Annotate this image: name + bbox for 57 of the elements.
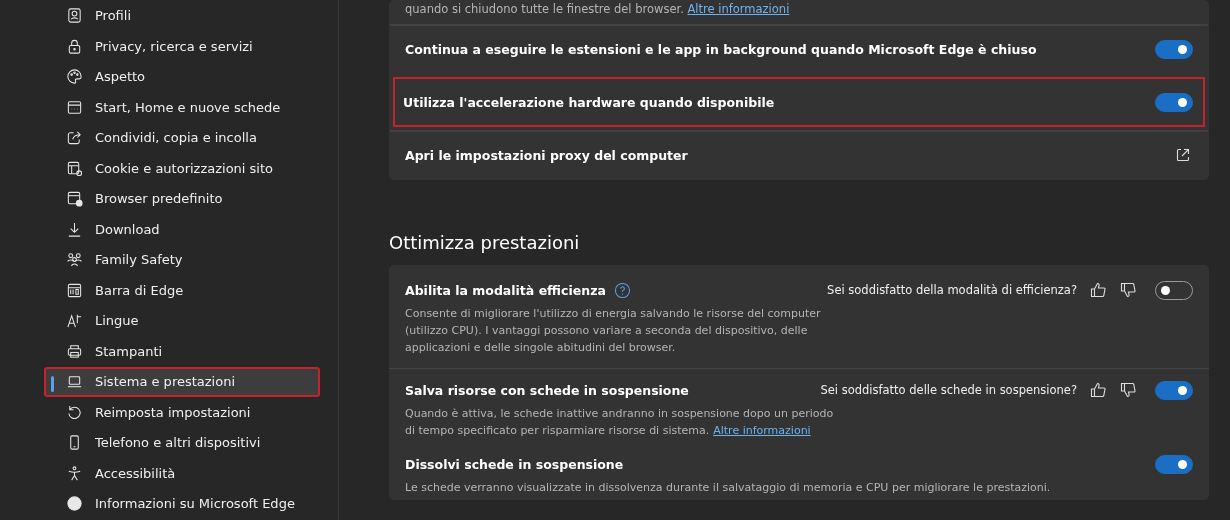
setting-label: Utilizza l'accelerazione hardware quando disponibile	[403, 94, 775, 110]
sidebar-item[interactable]: Browser predefinito	[44, 183, 320, 214]
toggle-switch[interactable]	[1155, 39, 1193, 59]
sidebar-icon	[66, 281, 83, 299]
thumbs-up-icon[interactable]	[1089, 381, 1107, 399]
reset-icon	[66, 403, 83, 421]
sidebar-item[interactable]: Download	[44, 214, 320, 244]
sidebar-item[interactable]: Start, Home e nuove schede	[44, 92, 320, 122]
sidebar-item[interactable]: Accessibilità	[44, 458, 320, 488]
setting-description: Le schede verranno visualizzate in dissolvenza durante il salvataggio di memoria e CPU per migliorare le prestazioni.	[405, 480, 1052, 496]
sidebar-item[interactable]: Reimposta impostazioni	[44, 397, 320, 427]
setting-label: Continua a eseguire le estensioni e le app in background quando Microsoft Edge è chiuso	[405, 41, 1037, 57]
setting-description: Quando è attiva, le schede inattive andranno in sospensione dopo un periodo di tempo specificato per risparmiare risorse di sistema. Altre informazioni	[405, 406, 835, 439]
sidebar-item[interactable]: Telefono e altri dispositivi	[44, 427, 320, 458]
external-link-icon[interactable]	[1175, 147, 1191, 163]
sidebar-item[interactable]: Lingue	[44, 305, 320, 336]
setting-label: Dissolvi schede in sospensione	[405, 456, 624, 472]
site-settings-icon	[66, 159, 83, 177]
sidebar-item[interactable]: Sistema e prestazioni	[44, 366, 320, 397]
sidebar-item[interactable]: Profili	[44, 0, 320, 31]
download-icon	[66, 220, 83, 238]
sidebar-item[interactable]: Informazioni su Microsoft Edge	[44, 488, 320, 519]
printer-icon	[66, 342, 83, 360]
toggle-switch[interactable]	[1155, 380, 1193, 400]
window-icon	[66, 98, 83, 116]
toggle-switch[interactable]	[1155, 92, 1193, 112]
lock-icon	[66, 37, 83, 55]
family-icon	[66, 251, 83, 268]
more-info-link[interactable]: Altre informazioni	[713, 424, 811, 437]
laptop-icon	[66, 373, 83, 390]
setting-label: Salva risorse con schede in sospensione	[405, 382, 689, 398]
setting-description: Consente di migliorare l'utilizzo di energia salvando le risorse del computer (utilizzo CPU). I vantaggi possono variare a seconda del dispositivo, delle applicazioni e delle singole abitudini del browser.	[405, 306, 822, 356]
language-icon	[66, 312, 83, 329]
thumbs-down-icon[interactable]	[1119, 281, 1137, 299]
thumbs-down-icon[interactable]	[1119, 381, 1137, 399]
sidebar-item[interactable]: Condividi, copia e incolla	[44, 122, 320, 153]
sidebar-item[interactable]: Cookie e autorizzazioni sito	[44, 153, 320, 183]
sidebar-item[interactable]: Barra di Edge	[44, 275, 320, 305]
more-info-link[interactable]: Altre informazioni	[687, 2, 790, 16]
sidebar-item[interactable]: Privacy, ricerca e servizi	[44, 31, 320, 61]
thumbs-up-icon[interactable]	[1089, 281, 1107, 299]
sidebar-item[interactable]: Stampanti	[44, 336, 320, 366]
browser-check-icon	[66, 190, 83, 207]
feedback-question: Sei soddisfatto delle schede in sospensione?	[820, 383, 1077, 397]
toggle-switch[interactable]	[1155, 454, 1193, 474]
profile-icon	[66, 7, 83, 24]
accessibility-icon	[66, 464, 83, 482]
help-icon[interactable]	[613, 281, 631, 299]
setting-label: Abilita la modalità efficienza	[405, 282, 606, 298]
setting-label: Apri le impostazioni proxy del computer	[405, 147, 688, 163]
sidebar-item[interactable]: Family Safety	[44, 244, 320, 275]
palette-icon	[66, 68, 83, 85]
feedback-question: Sei soddisfatto della modalità di efficienza?	[827, 283, 1077, 297]
section-heading: Ottimizza prestazioni	[389, 232, 581, 253]
sidebar-item[interactable]: Aspetto	[44, 61, 320, 92]
setting-description: quando si chiudono tutte le finestre del browser. Altre informazioni	[404, 1, 791, 18]
share-icon	[66, 129, 83, 146]
